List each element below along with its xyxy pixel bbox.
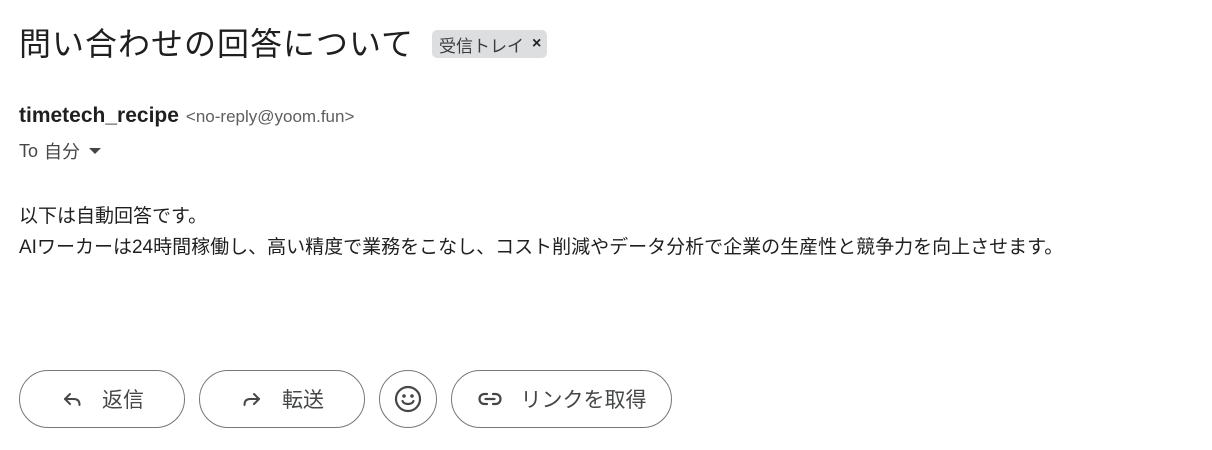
caret-down-icon [89,148,102,154]
get-link-label: リンクを取得 [520,389,647,412]
subject-row: 問い合わせの回答について 受信トレイ × [19,24,548,64]
sender-email: <no-reply@yoom.fun> [185,107,355,126]
body-line: AIワーカーは24時間稼働し、高い精度で業務をこなし、コスト削減やデータ分析で企… [19,237,1064,258]
label-chip-inbox[interactable]: 受信トレイ × [432,30,548,58]
forward-label: 転送 [282,389,324,412]
email-body: 以下は自動回答です。 AIワーカーは24時間稼働し、高い精度で業務をこなし、コス… [19,201,1063,263]
reply-label: 返信 [102,389,144,412]
action-bar: 返信 転送 リンクを取得 [19,370,672,428]
label-chip-text: 受信トレイ [439,36,525,56]
link-icon [477,392,502,406]
sender-name[interactable]: timetech_recipe [19,104,179,128]
reply-icon [64,393,81,406]
label-remove-icon[interactable]: × [532,36,541,52]
email-view: 問い合わせの回答について 受信トレイ × timetech_recipe <no… [0,0,1212,450]
to-prefix: To [19,140,39,161]
forward-button[interactable]: 転送 [199,370,365,428]
sender-row: timetech_recipe <no-reply@yoom.fun> [19,104,354,128]
recipients-toggle[interactable]: To 自分 [19,138,102,164]
to-value: 自分 [44,142,81,162]
body-line: 以下は自動回答です。 [19,206,208,227]
email-subject: 問い合わせの回答について [19,26,415,62]
emoji-smile-icon [394,385,422,413]
forward-icon [243,393,260,406]
reply-button[interactable]: 返信 [19,370,185,428]
get-link-button[interactable]: リンクを取得 [451,370,672,428]
emoji-reaction-button[interactable] [379,370,437,428]
